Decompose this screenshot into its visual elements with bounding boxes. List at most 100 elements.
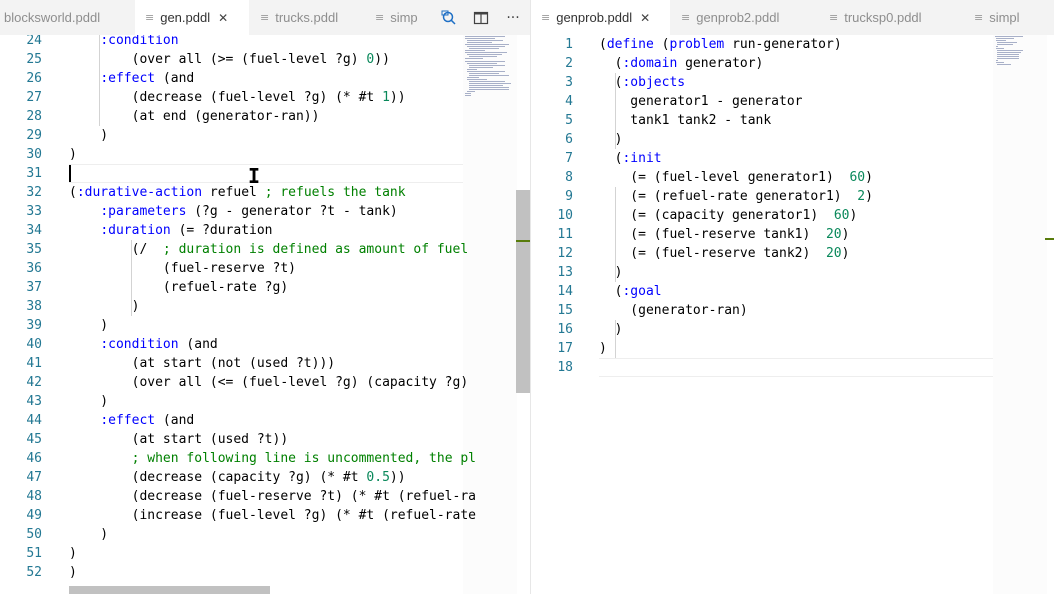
file-icon: ≡ xyxy=(974,11,984,24)
code-line[interactable]: 49 (increase (fuel-level ?g) (* #t (refu… xyxy=(0,506,530,525)
tab-label: genprob.pddl xyxy=(556,10,633,25)
line-number: 28 xyxy=(26,109,42,124)
code-line[interactable]: 10 (= (capacity generator1) 60) xyxy=(531,206,1054,225)
code-line[interactable]: 41 (at start (not (used ?t))) xyxy=(0,354,530,373)
tab-simpl[interactable]: ≡ simpl xyxy=(964,0,1044,35)
code-line[interactable]: 30) xyxy=(0,145,530,164)
code-line[interactable]: 46 ; when following line is uncommented,… xyxy=(0,449,530,468)
code-line[interactable]: 8 (= (fuel-level generator1) 60) xyxy=(531,168,1054,187)
code-text: ) xyxy=(599,132,623,147)
code-text: (:objects xyxy=(599,75,686,90)
code-line[interactable]: 24 :condition xyxy=(0,35,530,50)
code-line[interactable]: 52) xyxy=(0,563,530,582)
line-number: 15 xyxy=(557,303,573,318)
code-line[interactable]: 38 ) xyxy=(0,297,530,316)
code-line[interactable]: 17) xyxy=(531,339,1054,358)
code-line[interactable]: 43 ) xyxy=(0,392,530,411)
code-text: ) xyxy=(599,265,623,280)
code-line[interactable]: 42 (over all (<= (fuel-level ?g) (capaci… xyxy=(0,373,530,392)
tab-simp[interactable]: ≡ simp xyxy=(365,0,440,35)
code-line[interactable]: 5 tank1 tank2 - tank xyxy=(531,111,1054,130)
code-line[interactable]: 16 ) xyxy=(531,320,1054,339)
indent-guide xyxy=(615,73,616,149)
code-text: ) xyxy=(69,299,140,314)
code-text: ) xyxy=(69,394,109,409)
code-line[interactable]: 36 (fuel-reserve ?t) xyxy=(0,259,530,278)
line-number: 45 xyxy=(26,432,42,447)
line-number: 42 xyxy=(26,375,42,390)
line-number: 9 xyxy=(565,189,573,204)
code-text: ) xyxy=(69,128,109,143)
line-number: 11 xyxy=(557,227,573,242)
code-line[interactable]: 15 (generator-ran) xyxy=(531,301,1054,320)
code-line[interactable]: 6 ) xyxy=(531,130,1054,149)
code-line[interactable]: 48 (decrease (fuel-reserve ?t) (* #t (re… xyxy=(0,487,530,506)
open-preview-icon[interactable] xyxy=(440,9,458,27)
code-line[interactable]: 44 :effect (and xyxy=(0,411,530,430)
split-editor-icon[interactable] xyxy=(472,9,490,27)
code-line[interactable]: 12 (= (fuel-reserve tank2) 20) xyxy=(531,244,1054,263)
line-number: 27 xyxy=(26,90,42,105)
tab-label: simp xyxy=(390,10,418,25)
line-number: 1 xyxy=(565,37,573,52)
code-line[interactable]: 27 (decrease (fuel-level ?g) (* #t 1)) xyxy=(0,88,530,107)
code-text: :condition (and xyxy=(100,337,218,352)
code-line[interactable]: 13 ) xyxy=(531,263,1054,282)
code-line[interactable]: 35 (/ ; duration is defined as amount of… xyxy=(0,240,530,259)
code-line[interactable]: 7 (:init xyxy=(531,149,1054,168)
code-text: (:domain generator) xyxy=(599,56,764,71)
line-number: 39 xyxy=(26,318,42,333)
tab-genprob2-pddl[interactable]: ≡ genprob2.pddl xyxy=(671,0,819,35)
code-text: tank1 tank2 - tank xyxy=(599,113,772,128)
tab-trucks-pddl[interactable]: ≡ trucks.pddl xyxy=(250,0,365,35)
code-line[interactable]: 3 (:objects xyxy=(531,73,1054,92)
code-line[interactable]: 26 :effect (and xyxy=(0,69,530,88)
code-line[interactable]: 11 (= (fuel-reserve tank1) 20) xyxy=(531,225,1054,244)
code-line[interactable]: 14 (:goal xyxy=(531,282,1054,301)
code-line[interactable]: 28 (at end (generator-ran)) xyxy=(0,107,530,126)
code-line[interactable]: 25 (over all (>= (fuel-level ?g) 0)) xyxy=(0,50,530,69)
line-number: 47 xyxy=(26,470,42,485)
line-number: 41 xyxy=(26,356,42,371)
code-line[interactable]: 34 :duration (= ?duration xyxy=(0,221,530,240)
code-text: (over all (<= (fuel-level ?g) (capacity … xyxy=(69,375,469,390)
left-horizontal-scrollbar[interactable] xyxy=(69,586,270,594)
code-text: (refuel-rate ?g) xyxy=(69,280,289,295)
code-line[interactable]: 50 ) xyxy=(0,525,530,544)
code-line[interactable]: 9 (= (refuel-rate generator1) 2) xyxy=(531,187,1054,206)
line-number: 43 xyxy=(26,394,42,409)
line-number: 50 xyxy=(26,527,42,542)
code-line[interactable]: 51) xyxy=(0,544,530,563)
code-line[interactable]: 18 xyxy=(531,358,1054,377)
right-editor[interactable]: 1 (define (problem run-generator) 2 (:doma… xyxy=(531,35,1054,594)
code-line[interactable]: 45 (at start (used ?t)) xyxy=(0,430,530,449)
line-number: 29 xyxy=(26,128,42,143)
code-line[interactable]: 31 xyxy=(0,164,530,183)
code-line[interactable]: 4 generator1 - generator xyxy=(531,92,1054,111)
close-icon[interactable]: ✕ xyxy=(218,11,228,25)
code-line[interactable]: 29 ) xyxy=(0,126,530,145)
code-line[interactable]: 37 (refuel-rate ?g) xyxy=(0,278,530,297)
code-line[interactable]: 33 :parameters (?g - generator ?t - tank… xyxy=(0,202,530,221)
code-line[interactable]: 32 (:durative-action refuel ; refuels the… xyxy=(0,183,530,202)
code-text: (decrease (fuel-reserve ?t) (* #t (refue… xyxy=(69,489,476,504)
code-line[interactable]: 1 (define (problem run-generator) xyxy=(531,35,1054,54)
tab-genprob-pddl[interactable]: ≡ genprob.pddl ✕ xyxy=(531,0,671,35)
code-text: ) xyxy=(69,527,109,542)
line-number: 8 xyxy=(565,170,573,185)
code-text: ) xyxy=(69,565,77,580)
code-line[interactable]: 40 :condition (and xyxy=(0,335,530,354)
code-line[interactable]: 47 (decrease (capacity ?g) (* #t 0.5)) xyxy=(0,468,530,487)
code-line[interactable]: 2 (:domain generator) xyxy=(531,54,1054,73)
left-editor-actions: ··· xyxy=(432,0,530,35)
code-line[interactable]: 39 ) xyxy=(0,316,530,335)
code-text: (at start (used ?t)) xyxy=(69,432,289,447)
close-icon[interactable]: ✕ xyxy=(640,11,650,25)
tab-gen-pddl[interactable]: ≡ gen.pddl ✕ xyxy=(135,0,250,35)
left-editor[interactable]: 23 :duration (= ?duration 100) ; arbitra… xyxy=(0,35,530,594)
tab-blocksworld-pddl[interactable]: blocksworld.pddl xyxy=(0,0,135,35)
more-actions-icon[interactable]: ··· xyxy=(504,9,522,27)
line-number: 2 xyxy=(565,56,573,71)
line-number: 12 xyxy=(557,246,573,261)
tab-trucksp0-pddl[interactable]: ≡ trucksp0.pddl xyxy=(819,0,964,35)
